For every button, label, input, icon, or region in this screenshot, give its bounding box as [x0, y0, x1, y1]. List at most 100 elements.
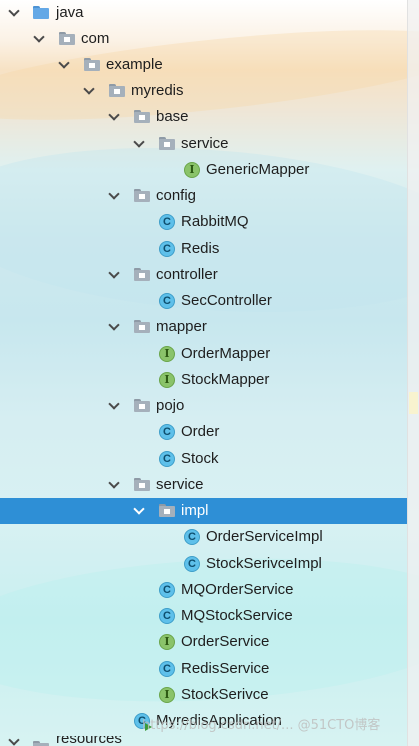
chevron-down-icon[interactable] [109, 271, 118, 280]
tree-node-label: OrderService [181, 633, 270, 650]
class-icon: C [159, 293, 175, 309]
class-icon: C [159, 214, 175, 230]
tree-node-label: impl [181, 502, 209, 519]
tree-node-label: resources [56, 736, 122, 746]
chevron-down-icon[interactable] [109, 323, 118, 332]
tree-node-label: RabbitMQ [181, 213, 249, 230]
tree-node-ordermapper[interactable]: I OrderMapper [0, 341, 408, 367]
class-icon: C [184, 529, 200, 545]
tree-node-config[interactable]: config [0, 183, 408, 209]
chevron-right-icon[interactable] [9, 738, 18, 746]
chevron-down-icon[interactable] [134, 140, 143, 149]
chevron-down-icon[interactable] [109, 113, 118, 122]
interface-icon: I [184, 162, 200, 178]
source-folder-icon [33, 5, 49, 21]
tree-node-label: StockSerivceImpl [206, 555, 322, 572]
tree-node-mapper[interactable]: mapper [0, 314, 408, 340]
package-icon [59, 31, 75, 47]
interface-icon: I [159, 634, 175, 650]
tree-node-stockmapper[interactable]: I StockMapper [0, 367, 408, 393]
scroll-marker [409, 392, 418, 414]
tree-node-stockserivceimpl[interactable]: C StockSerivceImpl [0, 551, 408, 577]
tree-node-mqorderservice[interactable]: C MQOrderService [0, 577, 408, 603]
tree-node-label: config [156, 187, 197, 204]
tree-node-seccontroller[interactable]: C SecController [0, 288, 408, 314]
tree-node-label: Stock [181, 450, 219, 467]
tree-node-rabbitmq[interactable]: C RabbitMQ [0, 209, 408, 235]
tree-node-label: pojo [156, 397, 185, 414]
tree-node-label: controller [156, 266, 218, 283]
tree-node-label: com [81, 30, 110, 47]
tree-node-java[interactable]: java [0, 0, 408, 26]
class-icon: C [159, 661, 175, 677]
interface-icon: I [159, 687, 175, 703]
tree-node-label: mapper [156, 318, 207, 335]
tree-node-mqstockservice[interactable]: C MQStockService [0, 603, 408, 629]
package-icon [134, 109, 150, 125]
tree-node-base[interactable]: base [0, 104, 408, 130]
tree-node-label: OrderMapper [181, 345, 271, 362]
chevron-down-icon[interactable] [109, 481, 118, 490]
tree-node-stockserivce[interactable]: I StockSerivce [0, 682, 408, 708]
tree-node-genericmapper[interactable]: I GenericMapper [0, 157, 408, 183]
package-icon [134, 477, 150, 493]
tree-node-label: MQStockService [181, 607, 293, 624]
tree-node-controller[interactable]: controller [0, 262, 408, 288]
tree-node-label: StockSerivce [181, 686, 269, 703]
package-icon [134, 398, 150, 414]
chevron-down-icon[interactable] [134, 507, 143, 516]
class-icon: C [184, 556, 200, 572]
tree-node-label: service [156, 476, 204, 493]
chevron-down-icon[interactable] [9, 9, 18, 18]
chevron-down-icon[interactable] [34, 35, 43, 44]
package-icon [134, 267, 150, 283]
tree-node-label: MQOrderService [181, 581, 294, 598]
tree-node-resources[interactable]: resources [0, 736, 140, 746]
tree-node-label: myredis [131, 82, 184, 99]
interface-icon: I [159, 372, 175, 388]
class-icon: C [159, 241, 175, 257]
tree-node-com[interactable]: com [0, 26, 408, 52]
tree-node-service[interactable]: service [0, 472, 408, 498]
chevron-down-icon[interactable] [109, 402, 118, 411]
tree-node-pojo[interactable]: pojo [0, 393, 408, 419]
tree-node-redis[interactable]: C Redis [0, 236, 408, 262]
package-icon [159, 503, 175, 519]
package-icon [159, 136, 175, 152]
tree-node-label: SecController [181, 292, 272, 309]
tree-node-label: java [56, 4, 84, 21]
tree-node-label: OrderServiceImpl [206, 528, 323, 545]
class-icon: C [159, 582, 175, 598]
tree-node-label: example [106, 56, 163, 73]
class-icon: C [159, 608, 175, 624]
tree-node-redisservice[interactable]: C RedisService [0, 656, 408, 682]
chevron-down-icon[interactable] [59, 61, 68, 70]
tree-node-impl[interactable]: impl [0, 498, 408, 524]
tree-node-myredis[interactable]: myredis [0, 78, 408, 104]
tree-node-label: service [181, 135, 229, 152]
package-icon [134, 319, 150, 335]
tree-node-order[interactable]: C Order [0, 419, 408, 445]
class-icon: C [159, 424, 175, 440]
tree-node-base-service[interactable]: service [0, 131, 408, 157]
interface-icon: I [159, 346, 175, 362]
package-icon [134, 188, 150, 204]
package-icon [109, 83, 125, 99]
tree-node-example[interactable]: example [0, 52, 408, 78]
tree-node-stock[interactable]: C Stock [0, 446, 408, 472]
tree-node-label: GenericMapper [206, 161, 310, 178]
class-icon: C [159, 451, 175, 467]
chevron-down-icon[interactable] [84, 87, 93, 96]
tree-node-label: base [156, 108, 189, 125]
package-icon [84, 57, 100, 73]
chevron-down-icon[interactable] [109, 192, 118, 201]
tree-node-orderservice[interactable]: I OrderService [0, 629, 408, 655]
tree-node-label: Redis [181, 240, 220, 257]
watermark: https://blog.csdn.net/... @51CTO博客 [142, 718, 381, 733]
tree-node-label: RedisService [181, 660, 270, 677]
resources-folder-icon [33, 740, 49, 746]
tree-node-label: StockMapper [181, 371, 270, 388]
tree-node-orderserviceimpl[interactable]: C OrderServiceImpl [0, 524, 408, 550]
scrollbar-gutter[interactable] [407, 0, 419, 746]
tree-node-label: Order [181, 423, 220, 440]
